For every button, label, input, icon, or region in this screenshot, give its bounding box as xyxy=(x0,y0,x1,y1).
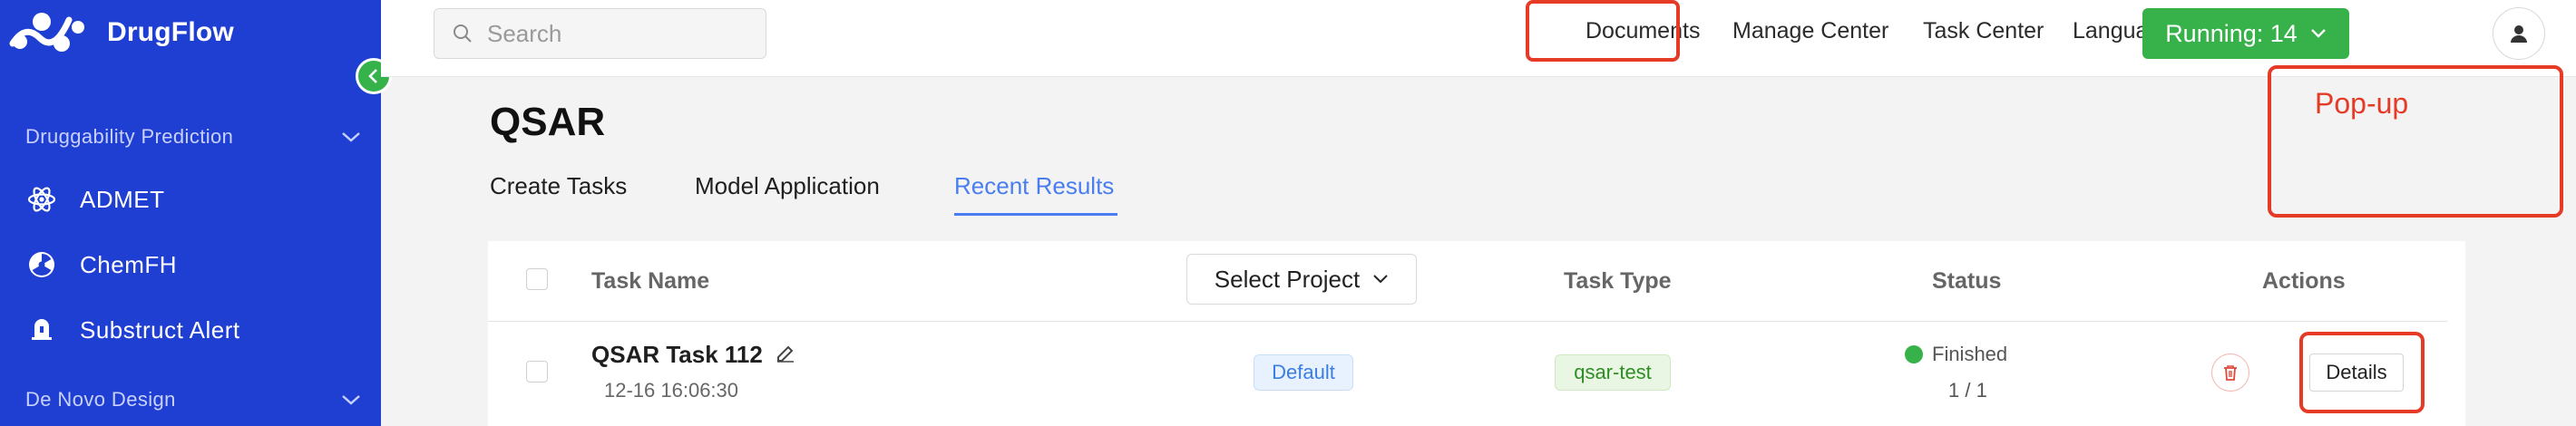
running-tasks-button[interactable]: Running: 14 xyxy=(2142,8,2349,59)
section-label: De Novo Design xyxy=(25,388,176,411)
tab-recent-results[interactable]: Recent Results xyxy=(954,172,1114,200)
tab-model-application[interactable]: Model Application xyxy=(695,172,880,200)
app-name: DrugFlow xyxy=(107,17,234,47)
task-name: QSAR Task 112 xyxy=(591,341,763,368)
sidebar-item-label: Substruct Alert xyxy=(80,315,240,344)
drugflow-logo-icon xyxy=(9,13,84,52)
chevron-down-icon xyxy=(1373,275,1388,284)
select-project-label: Select Project xyxy=(1214,265,1361,293)
task-center-highlight xyxy=(1526,0,1680,62)
sidebar-item-label: ChemFH xyxy=(80,250,178,278)
status-indicator: Finished xyxy=(1905,343,2007,366)
sidebar-item-label: ADMET xyxy=(80,185,165,213)
task-timestamp: 12-16 16:06:30 xyxy=(604,379,739,402)
task-type-tag: qsar-test xyxy=(1555,354,1671,391)
chevron-down-icon xyxy=(2310,29,2326,38)
column-header-task-type: Task Type xyxy=(1564,268,1672,294)
user-avatar-button[interactable] xyxy=(2493,7,2545,60)
project-tag: Default xyxy=(1254,354,1353,391)
column-header-task-name: Task Name xyxy=(591,268,710,294)
chevron-down-icon xyxy=(342,132,360,142)
search-input[interactable] xyxy=(485,18,761,49)
trash-icon xyxy=(2224,365,2237,381)
tab-create-tasks[interactable]: Create Tasks xyxy=(490,172,627,200)
brand[interactable]: DrugFlow xyxy=(9,7,234,58)
running-label: Running: 14 xyxy=(2165,19,2298,47)
popup-annotation-box xyxy=(2268,65,2563,218)
active-tab-indicator xyxy=(954,213,1117,216)
results-table: Task Name Select Project Task Type Statu… xyxy=(488,241,2465,426)
column-header-actions: Actions xyxy=(2262,268,2346,294)
column-header-status: Status xyxy=(1932,268,2002,294)
manage-center-link[interactable]: Manage Center xyxy=(1732,18,1888,44)
status-dot xyxy=(1905,345,1923,363)
delete-button[interactable] xyxy=(2211,353,2249,392)
details-button[interactable]: Details xyxy=(2309,353,2404,392)
sidebar-section-druggability[interactable]: Druggability Prediction xyxy=(25,125,361,149)
header-divider xyxy=(488,321,2447,322)
chevron-down-icon xyxy=(342,395,360,405)
sidebar: DrugFlow Druggability Prediction ADMET C… xyxy=(0,0,381,426)
page-title: QSAR xyxy=(490,100,606,144)
select-all-checkbox[interactable] xyxy=(526,268,548,290)
select-project-dropdown[interactable]: Select Project xyxy=(1186,254,1417,305)
chevron-left-icon xyxy=(368,69,377,83)
bell-icon xyxy=(25,314,58,346)
search-box[interactable] xyxy=(434,8,766,59)
task-progress: 1 / 1 xyxy=(1948,379,1987,402)
edit-icon[interactable] xyxy=(775,343,796,364)
atom-icon xyxy=(25,183,58,216)
task-center-link[interactable]: Task Center xyxy=(1923,18,2044,44)
row-checkbox[interactable] xyxy=(526,361,548,382)
radiation-icon xyxy=(25,248,58,281)
user-icon xyxy=(2511,25,2527,43)
popup-annotation-label: Pop-up xyxy=(2315,87,2409,120)
status-label: Finished xyxy=(1932,343,2008,365)
sidebar-item-chemfh[interactable]: ChemFH xyxy=(25,243,361,286)
sidebar-item-admet[interactable]: ADMET xyxy=(25,178,361,221)
sidebar-item-substruct-alert[interactable]: Substruct Alert xyxy=(25,308,361,352)
top-bar: Documents Manage Center Task Center Lang… xyxy=(381,0,2576,77)
search-icon xyxy=(454,24,472,43)
sidebar-section-de-novo[interactable]: De Novo Design xyxy=(25,388,361,411)
section-label: Druggability Prediction xyxy=(25,125,234,148)
